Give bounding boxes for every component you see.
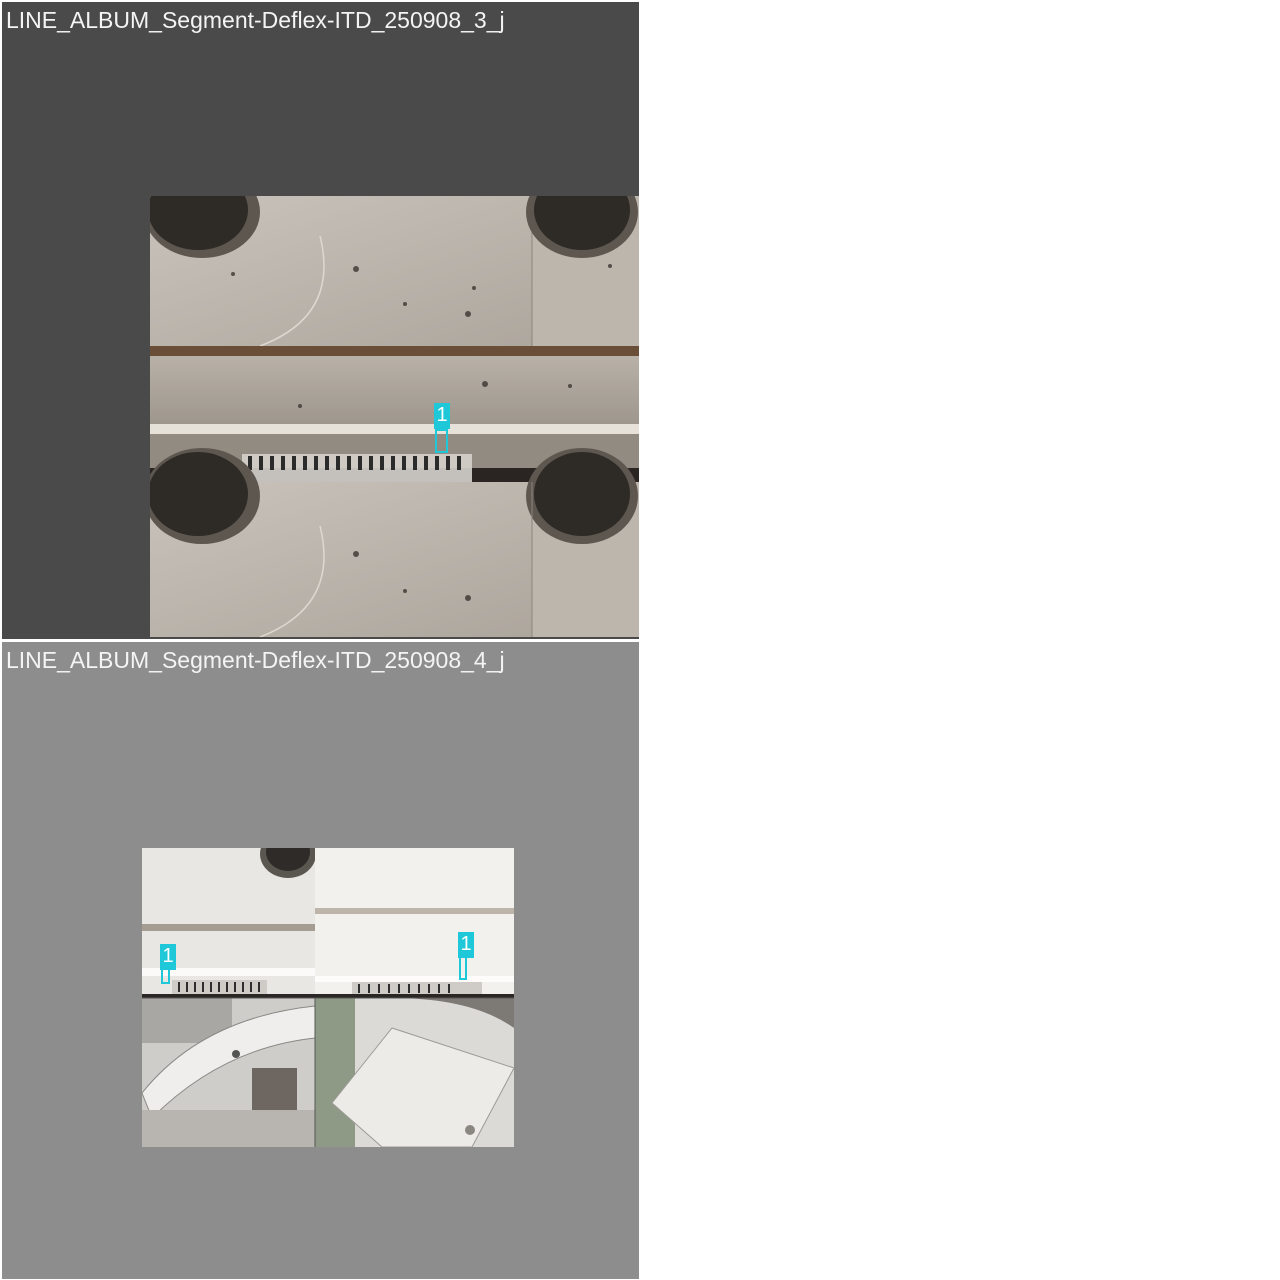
tile-title: LINE_ALBUM_Segment-Deflex-ITD_250908_3_j [6,7,505,33]
mosaic-image [150,196,639,637]
detection-label: 1 [160,944,176,970]
mosaic-image [142,848,514,1147]
tile-title: LINE_ALBUM_Segment-Deflex-ITD_250908_4_j [6,647,505,673]
mosaic-tile-1: LINE_ALBUM_Segment-Deflex-ITD_250908_3_j [2,2,639,639]
detection-label: 1 [458,932,474,958]
mosaic-tile-2: LINE_ALBUM_Segment-Deflex-ITD_250908_4_j [2,642,639,1279]
detection-label: 1 [434,403,450,429]
